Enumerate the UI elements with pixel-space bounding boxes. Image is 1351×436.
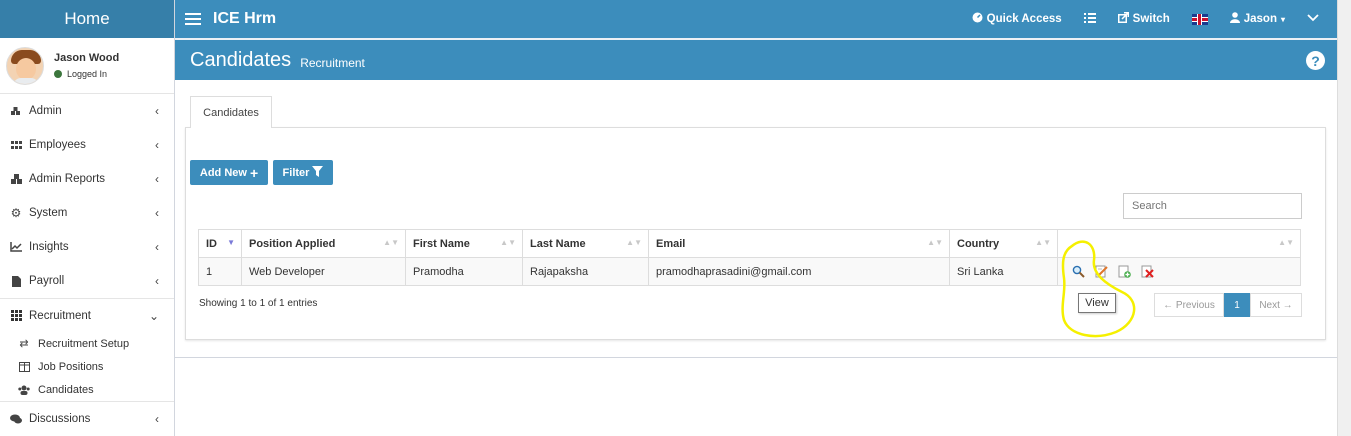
sort-icon: ▲▼ — [383, 238, 399, 247]
comments-icon — [10, 413, 22, 425]
page-subtitle: Recruitment — [300, 55, 365, 70]
user-menu[interactable]: Jason ▾ — [1229, 12, 1285, 26]
cell-last-name: Rajapaksha — [522, 257, 649, 286]
user-status: Logged In — [54, 69, 119, 79]
avatar — [6, 46, 44, 85]
sidebar-item-recruitment[interactable]: Recruitment ⌄ — [0, 298, 174, 332]
online-status-icon — [54, 70, 62, 78]
collapse-header-button[interactable] — [1307, 13, 1319, 25]
quick-access-link[interactable]: Quick Access — [972, 12, 1062, 26]
cell-country: Sri Lanka — [949, 257, 1058, 286]
uk-flag-icon — [1191, 13, 1208, 25]
tab-candidates[interactable]: Candidates — [190, 96, 272, 128]
column-header-country[interactable]: Country ▲▼ — [949, 229, 1058, 258]
sort-icon: ▲▼ — [1278, 238, 1294, 247]
column-header-first-name[interactable]: First Name ▲▼ — [405, 229, 523, 258]
content-header: Candidates Recruitment ? — [175, 40, 1337, 80]
document-icon — [10, 275, 22, 287]
sort-desc-icon: ▼ — [227, 238, 235, 247]
user-icon — [1229, 12, 1240, 26]
plus-icon: + — [249, 164, 259, 181]
add-new-button[interactable]: Add New + — [190, 160, 268, 185]
column-header-position[interactable]: Position Applied ▲▼ — [241, 229, 406, 258]
user-name: Jason Wood — [54, 52, 120, 64]
column-header-id[interactable]: ID ▼ — [198, 229, 242, 258]
columns-icon — [18, 361, 30, 372]
chevron-left-icon: ‹ — [155, 104, 159, 118]
entries-info: Showing 1 to 1 of 1 entries — [199, 298, 318, 309]
column-header-last-name[interactable]: Last Name ▲▼ — [522, 229, 649, 258]
cell-id: 1 — [198, 257, 242, 286]
sort-icon: ▲▼ — [927, 238, 943, 247]
sidebar: Home Jason Wood Logged In Admin ‹ Employ… — [0, 0, 175, 436]
switch-link[interactable]: Switch — [1117, 12, 1170, 26]
delete-icon[interactable] — [1140, 265, 1154, 279]
language-selector[interactable] — [1191, 13, 1208, 25]
chevron-left-icon: ‹ — [155, 206, 159, 220]
sort-icon: ▲▼ — [500, 238, 516, 247]
content-lower-area — [175, 358, 1337, 436]
page-1-button[interactable]: 1 — [1224, 293, 1250, 317]
page-scrollbar[interactable] — [1337, 0, 1351, 436]
filter-button[interactable]: Filter — [273, 160, 333, 185]
app-title: ICE Hrm — [213, 10, 277, 27]
chevron-down-icon — [1307, 13, 1319, 25]
cogs-icon: ⚙ — [10, 206, 22, 220]
home-logo[interactable]: Home — [0, 0, 174, 38]
top-navbar: ICE Hrm Quick Access Switch Jason ▾ — [175, 0, 1337, 38]
cube-icon — [10, 173, 22, 185]
search-input[interactable] — [1123, 193, 1302, 219]
sidebar-item-candidates[interactable]: Candidates — [0, 378, 174, 401]
external-link-icon — [1117, 12, 1129, 26]
caret-down-icon: ▾ — [1280, 14, 1285, 24]
next-page-button[interactable]: Next → — [1250, 293, 1302, 317]
sidebar-item-discussions[interactable]: Discussions ‹ — [0, 401, 174, 435]
th-icon — [10, 310, 22, 322]
column-header-email[interactable]: Email ▲▼ — [648, 229, 950, 258]
cubes-icon — [10, 105, 22, 117]
dashboard-icon — [972, 12, 983, 26]
pagination: ← Previous 1 Next → — [1154, 293, 1302, 317]
task-list-button[interactable] — [1083, 12, 1096, 26]
cell-email: pramodhaprasadini@gmail.com — [648, 257, 950, 286]
help-icon[interactable]: ? — [1306, 51, 1325, 70]
user-panel: Jason Wood Logged In — [0, 38, 174, 94]
chevron-left-icon: ‹ — [155, 411, 159, 426]
sidebar-item-admin[interactable]: Admin ‹ — [0, 94, 174, 128]
previous-page-button[interactable]: ← Previous — [1154, 293, 1224, 317]
chevron-left-icon: ‹ — [155, 138, 159, 152]
sidebar-item-system[interactable]: ⚙ System ‹ — [0, 196, 174, 230]
tasks-icon — [1083, 12, 1096, 26]
annotation-highlight — [1061, 240, 1136, 338]
sidebar-item-job-positions[interactable]: Job Positions — [0, 355, 174, 378]
sidebar-item-recruitment-setup[interactable]: ⇄ Recruitment Setup — [0, 332, 174, 355]
chevron-left-icon: ‹ — [155, 240, 159, 254]
chevron-down-icon: ⌄ — [148, 308, 159, 323]
tooltip: View — [1078, 293, 1116, 313]
sidebar-item-insights[interactable]: Insights ‹ — [0, 230, 174, 264]
sidebar-item-payroll[interactable]: Payroll ‹ — [0, 264, 174, 298]
chevron-left-icon: ‹ — [155, 172, 159, 186]
page-title: Candidates — [190, 48, 292, 71]
menu-toggle-icon[interactable] — [185, 13, 201, 25]
line-chart-icon — [10, 241, 22, 253]
grid-icon — [10, 139, 22, 151]
cell-position: Web Developer — [241, 257, 406, 286]
users-icon — [18, 385, 30, 395]
sort-icon: ▲▼ — [1035, 238, 1051, 247]
cell-first-name: Pramodha — [405, 257, 523, 286]
sidebar-item-admin-reports[interactable]: Admin Reports ‹ — [0, 162, 174, 196]
filter-icon — [312, 165, 324, 180]
chevron-left-icon: ‹ — [155, 274, 159, 288]
sort-icon: ▲▼ — [626, 238, 642, 247]
sidebar-item-employees[interactable]: Employees ‹ — [0, 128, 174, 162]
random-icon: ⇄ — [19, 338, 29, 350]
